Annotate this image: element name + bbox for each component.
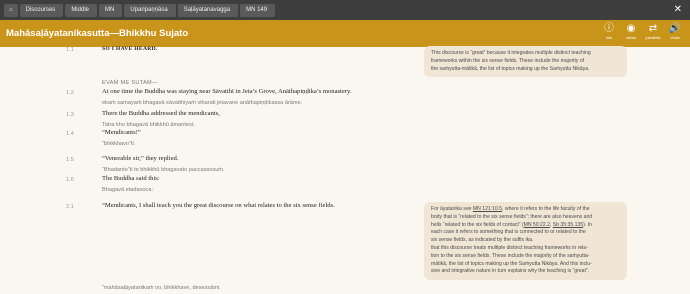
views-icon: ◉ bbox=[626, 23, 636, 34]
note-line: sive and integrative nature in turn expl… bbox=[431, 268, 589, 275]
pali-line: ekaṁ samayaṁ bhagavā sāvatthiyaṁ viharat… bbox=[102, 100, 303, 106]
pali-line: “bhikkhavo”ti. bbox=[102, 141, 136, 147]
views-button[interactable]: ◉ views bbox=[620, 22, 642, 41]
note-line: the saṁyutta-mātikā, the list of topics … bbox=[431, 65, 590, 72]
segment-number[interactable]: 1.5 bbox=[62, 157, 78, 163]
note-line: tion to the six sense fields. These incl… bbox=[431, 252, 590, 259]
note-line: For āyatanika see MN 121:10.5, where it … bbox=[431, 206, 590, 212]
page-title: Mahāsaḷāyatanikasutta—Bhikkhu Sujato bbox=[6, 28, 189, 39]
english-line: So I have heard. bbox=[102, 46, 158, 52]
close-icon[interactable]: ✕ bbox=[674, 3, 682, 17]
note-line: hells “related to the six fields of cont… bbox=[431, 221, 592, 228]
translator-note: This discourse is “great” because it int… bbox=[424, 46, 627, 78]
pali-line: “Bhadante”ti te bhikkhū bhagavato paccas… bbox=[102, 167, 225, 173]
title-bar: Mahāsaḷāyatanikasutta—Bhikkhu Sujato ⓘ i… bbox=[0, 20, 690, 47]
voice-button[interactable]: 🔊 Voice bbox=[664, 22, 686, 41]
english-line: The Buddha said this: bbox=[102, 175, 160, 182]
voice-label: Voice bbox=[670, 35, 680, 40]
note-link[interactable]: Sb 35:35.135 bbox=[553, 222, 583, 228]
breadcrumb-discourses[interactable]: Discourses bbox=[19, 3, 64, 17]
english-line: “Venerable sir,” they replied. bbox=[102, 155, 179, 162]
pali-line: Bhagavā etadavoca: bbox=[102, 187, 154, 193]
toolbar: ⓘ info ◉ views ⇄ parallels 🔊 Voice bbox=[598, 22, 686, 41]
parallels-icon: ⇄ bbox=[648, 23, 658, 34]
sutta-content: 1.1 So I have heard. Evaṁ me sutaṁ— 1.2 … bbox=[0, 46, 690, 294]
translator-note: For āyatanika see MN 121:10.5, where it … bbox=[424, 202, 627, 281]
breadcrumb-mn149[interactable]: MN 149 bbox=[240, 3, 276, 17]
note-line: This discourse is “great” because it int… bbox=[431, 50, 591, 56]
info-button[interactable]: ⓘ info bbox=[598, 22, 620, 41]
breadcrumb-mn[interactable]: MN bbox=[99, 3, 123, 17]
views-label: views bbox=[625, 35, 636, 40]
voice-icon: 🔊 bbox=[668, 23, 682, 34]
info-label: info bbox=[605, 35, 613, 40]
note-line: that this discourse treats multiple dist… bbox=[431, 244, 588, 251]
note-line: mātikā, the list of topics making up the… bbox=[431, 260, 592, 267]
note-link[interactable]: MN 50:22.2 bbox=[524, 222, 550, 228]
breadcrumb-middle[interactable]: Middle bbox=[65, 3, 97, 17]
english-line: At one time the Buddha was staying near … bbox=[102, 88, 352, 95]
segment-number[interactable]: 1.4 bbox=[62, 131, 78, 137]
segment-number[interactable]: 1.3 bbox=[62, 112, 78, 118]
segment-number[interactable]: 2.1 bbox=[62, 204, 78, 210]
english-line: “Mendicants, I shall teach you the great… bbox=[102, 202, 335, 209]
segment-number[interactable]: 1.1 bbox=[62, 47, 78, 53]
pali-line: “mahāsaḷāyatanikaṁ vo, bhikkhave, desess… bbox=[102, 285, 221, 291]
parallels-label: parallels bbox=[645, 35, 661, 40]
note-line: body that is “related to the six sense f… bbox=[431, 213, 593, 220]
breadcrumb-bar: ⌂ Discourses Middle MN Uparipaṇṇāsa Saḷā… bbox=[0, 0, 690, 20]
breadcrumb-salayatanavagga[interactable]: Saḷāyatanavagga bbox=[177, 3, 239, 17]
home-icon[interactable]: ⌂ bbox=[4, 3, 18, 17]
segment-number[interactable]: 1.2 bbox=[62, 90, 78, 96]
info-icon: ⓘ bbox=[604, 23, 614, 34]
note-link[interactable]: MN 121:10.5 bbox=[473, 206, 502, 212]
pali-heading: Evaṁ me sutaṁ— bbox=[102, 80, 158, 86]
note-line: each case it refers to something that is… bbox=[431, 229, 586, 236]
segment-number[interactable]: 1.6 bbox=[62, 177, 78, 183]
parallels-button[interactable]: ⇄ parallels bbox=[642, 22, 664, 41]
pali-line: Tatra kho bhagavā bhikkhū āmantesi: bbox=[102, 122, 195, 128]
english-line: There the Buddha addressed the mendicant… bbox=[102, 110, 220, 117]
note-line: frameworks within the six sense fields. … bbox=[431, 57, 585, 64]
breadcrumb-uparipannasa[interactable]: Uparipaṇṇāsa bbox=[124, 3, 176, 17]
english-line: “Mendicants!” bbox=[102, 129, 141, 136]
note-line: six sense fields, as indicated by the su… bbox=[431, 237, 534, 244]
